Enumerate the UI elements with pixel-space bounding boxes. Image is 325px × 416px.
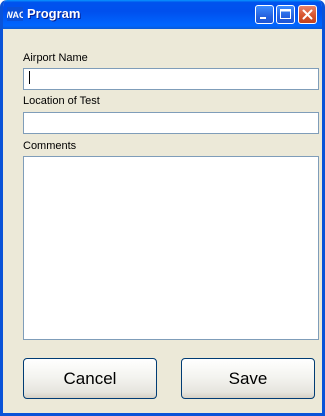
cancel-button[interactable]: Cancel — [23, 358, 157, 399]
minimize-button[interactable] — [255, 5, 274, 24]
close-button[interactable] — [298, 5, 317, 24]
maximize-button[interactable] — [276, 5, 295, 24]
window-title: Program — [27, 6, 81, 21]
program-window: WAC Program Airport Name Location of Tes… — [0, 0, 325, 416]
minimize-icon — [260, 17, 266, 19]
text-cursor — [29, 71, 30, 84]
comments-label: Comments — [23, 140, 77, 152]
comments-textarea[interactable] — [23, 156, 319, 340]
app-icon[interactable]: WAC — [5, 7, 26, 21]
svg-text:WAC: WAC — [7, 10, 23, 20]
location-of-test-input[interactable] — [23, 112, 319, 134]
save-button[interactable]: Save — [181, 358, 315, 399]
close-icon — [302, 9, 313, 20]
title-bar[interactable]: WAC Program — [3, 0, 322, 29]
location-of-test-label: Location of Test — [23, 95, 100, 107]
airport-name-label: Airport Name — [23, 52, 88, 64]
airport-name-input[interactable] — [23, 68, 319, 90]
maximize-icon — [280, 9, 291, 19]
